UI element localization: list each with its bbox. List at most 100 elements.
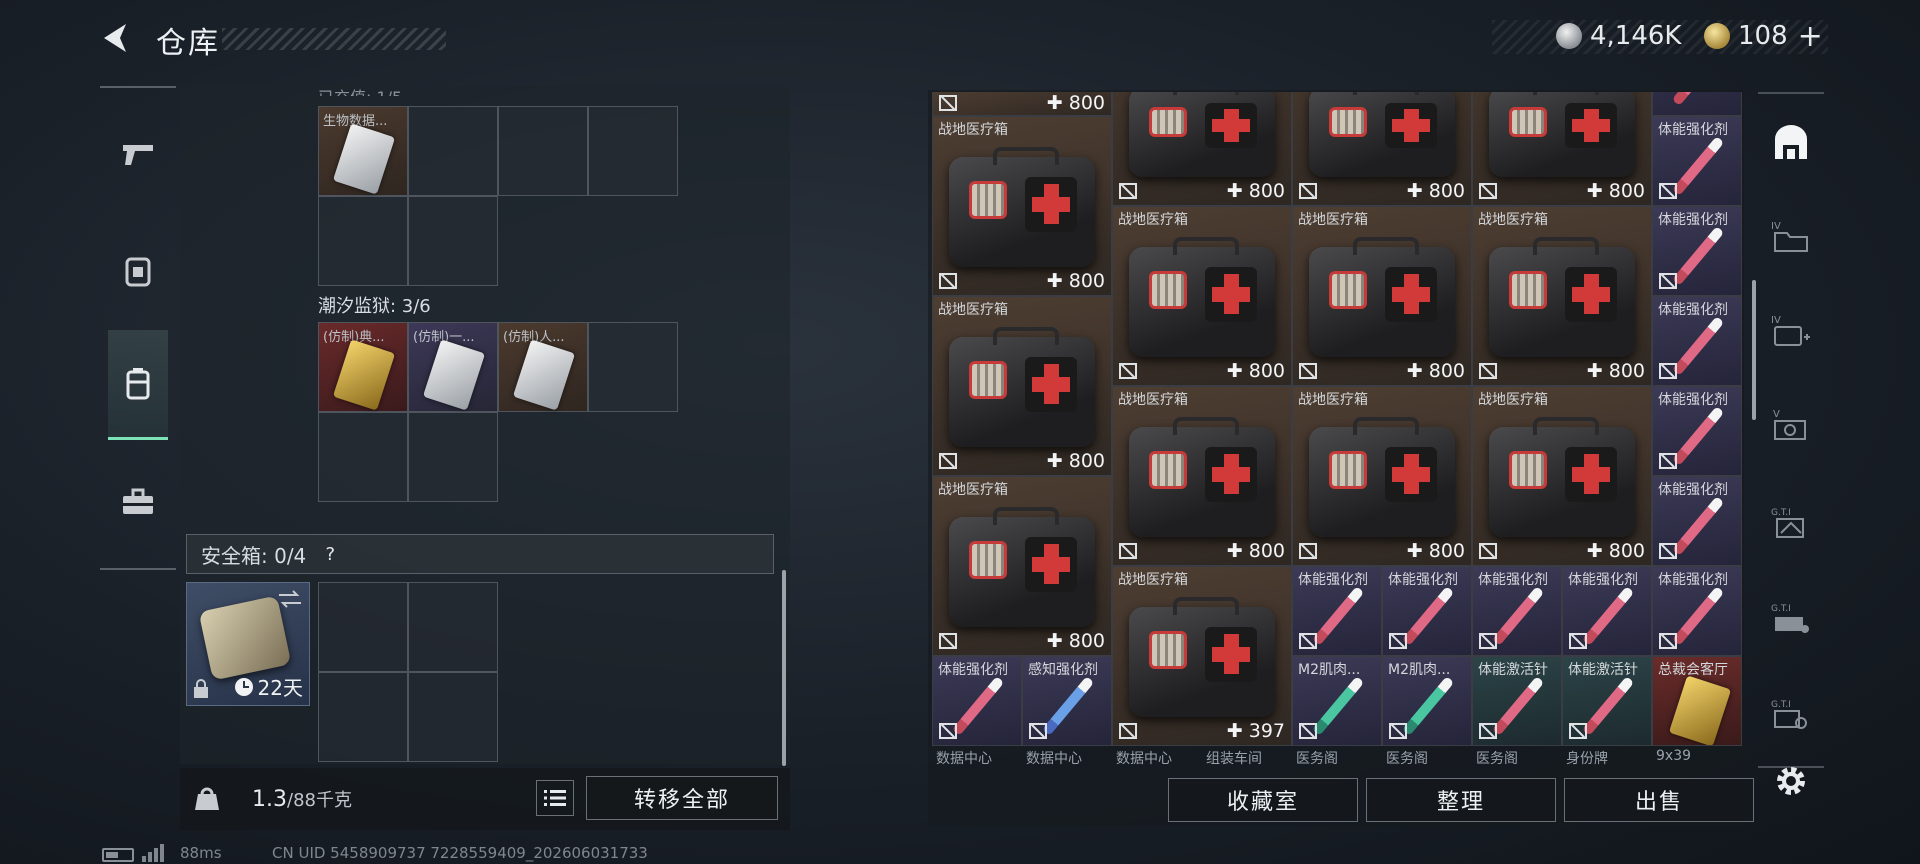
stash-tab-gti-1[interactable]: G.T.I: [1762, 494, 1820, 552]
item-qty: ✚ 800: [1406, 360, 1465, 382]
empty-slot[interactable]: [408, 412, 498, 502]
item-qty: ✚ 800: [1226, 540, 1285, 562]
physical-booster-item[interactable]: 体能强化剂: [1652, 386, 1742, 476]
item-name: M2肌肉...: [1298, 662, 1361, 678]
battery-icon: [102, 848, 134, 862]
organize-button[interactable]: 整理: [1366, 778, 1556, 822]
empty-slot[interactable]: [318, 196, 408, 286]
swap-icon[interactable]: [277, 589, 303, 609]
transfer-all-button[interactable]: 转移全部: [586, 776, 778, 820]
medkit-icon: [1309, 237, 1455, 357]
item-name: 战地医疗箱: [938, 122, 1008, 138]
medkit-item[interactable]: 战地医疗箱 ✚ 800: [932, 476, 1112, 656]
stash-tab-v-tools[interactable]: V: [1762, 396, 1820, 454]
empty-slot[interactable]: [408, 106, 498, 196]
physical-booster-item[interactable]: 体能强化剂: [1652, 116, 1742, 206]
item-name: 战地医疗箱: [1298, 212, 1368, 228]
physical-booster-item[interactable]: 体能强化剂: [1292, 566, 1382, 656]
physical-booster-item[interactable]: 体能强化剂: [1652, 476, 1742, 566]
physical-booster-item[interactable]: 体能强化剂: [1652, 206, 1742, 296]
toolbox-icon: [123, 488, 153, 514]
physical-booster-item[interactable]: 体能强化剂: [932, 656, 1022, 746]
medkit-item[interactable]: 战地医疗箱 ✚ 800: [932, 116, 1112, 296]
clock-icon: [234, 677, 253, 696]
stash-item-partial[interactable]: ✚ 800: [932, 92, 1112, 116]
empty-slot[interactable]: [588, 322, 678, 412]
stash-tab-gti-3[interactable]: G.T.I: [1762, 686, 1820, 744]
physical-booster-item[interactable]: [1652, 92, 1742, 116]
empty-slot[interactable]: [498, 106, 588, 196]
list-view-button[interactable]: [536, 780, 574, 816]
physical-booster-item[interactable]: 体能强化剂: [1562, 566, 1652, 656]
medkit-item[interactable]: 战地医疗箱 ✚ 800: [1112, 206, 1292, 386]
add-currency-icon[interactable]: +: [1798, 19, 1823, 54]
syringe-icon: [1581, 675, 1635, 737]
left-scrollbar[interactable]: [782, 570, 786, 766]
ceo-lounge-card-item[interactable]: 总裁会客厅: [1652, 656, 1742, 746]
sell-button[interactable]: 出售: [1564, 778, 1754, 822]
unbound-icon: [1299, 723, 1317, 739]
currency-gold[interactable]: 108 +: [1704, 19, 1823, 54]
medkit-item[interactable]: 战地医疗箱 ✚ 397: [1112, 566, 1292, 746]
activation-needle-item[interactable]: 体能激活针: [1562, 656, 1652, 746]
settings-button[interactable]: [1762, 752, 1820, 810]
empty-slot[interactable]: [318, 672, 408, 762]
stash-scrollbar[interactable]: [1752, 280, 1756, 420]
m2-muscle-item[interactable]: M2肌肉...: [1292, 656, 1382, 746]
medkit-item[interactable]: 战地医疗箱 ✚ 800: [1292, 386, 1472, 566]
physical-booster-item[interactable]: 体能强化剂: [1652, 566, 1742, 656]
physical-booster-item[interactable]: 体能强化剂: [1382, 566, 1472, 656]
medkit-item[interactable]: 战地医疗箱 ✚ 800: [932, 296, 1112, 476]
safe-box-label: 安全箱: 0/4: [201, 543, 307, 568]
unbound-icon: [1299, 363, 1317, 379]
empty-slot[interactable]: [318, 412, 408, 502]
medkit-item[interactable]: 战地医疗箱 ✚ 800: [1112, 386, 1292, 566]
empty-slot[interactable]: [318, 582, 408, 672]
collection-room-button[interactable]: 收藏室: [1168, 778, 1358, 822]
medkit-item[interactable]: 战地医疗箱 ✚ 800: [1472, 386, 1652, 566]
m2-muscle-item[interactable]: M2肌肉...: [1382, 656, 1472, 746]
medkit-item[interactable]: 战地医疗箱 ✚ 800: [1292, 206, 1472, 386]
stash-tab-iv-folder[interactable]: IV: [1762, 208, 1820, 266]
help-icon[interactable]: ?: [318, 542, 342, 566]
stash-tab-all[interactable]: [1762, 114, 1820, 172]
medkit-icon: [1309, 92, 1455, 177]
syringe-icon: [1401, 675, 1455, 737]
tidal-item-1[interactable]: (仿制)典...: [318, 322, 408, 412]
empty-slot[interactable]: [408, 196, 498, 286]
medkit-item[interactable]: ✚ 800: [1112, 92, 1292, 206]
stash-tab-gti-2[interactable]: G.T.I: [1762, 590, 1820, 648]
physical-booster-item[interactable]: 体能强化剂: [1652, 296, 1742, 386]
medkit-item[interactable]: 战地医疗箱 ✚ 800: [1472, 206, 1652, 386]
syringe-icon: [1671, 495, 1725, 557]
nav-weapons[interactable]: [108, 122, 168, 186]
safe-box-item[interactable]: 22天: [186, 582, 310, 706]
item-label: 生物数据...: [323, 114, 388, 129]
nav-container-active[interactable]: [108, 330, 168, 440]
item-name: 体能激活针: [1568, 662, 1638, 678]
nav-toolbox[interactable]: [108, 470, 168, 534]
clipped-label: 医务阁: [1386, 751, 1428, 766]
nav-armor[interactable]: [108, 238, 168, 302]
back-arrow-icon: [104, 24, 126, 52]
syringe-icon: [1671, 585, 1725, 647]
svg-text:IV: IV: [1771, 221, 1781, 232]
perception-booster-item[interactable]: 感知强化剂: [1022, 656, 1112, 746]
medkit-icon: [1489, 417, 1635, 537]
medkit-item[interactable]: ✚ 800: [1472, 92, 1652, 206]
tidal-item-2[interactable]: (仿制)一...: [408, 322, 498, 412]
medkit-item[interactable]: ✚ 800: [1292, 92, 1472, 206]
tidal-item-3[interactable]: (仿制)人...: [498, 322, 588, 412]
empty-slot[interactable]: [408, 582, 498, 672]
stash-tab-iv-medical[interactable]: IV: [1762, 302, 1820, 360]
empty-slot[interactable]: [588, 106, 678, 196]
activation-needle-item[interactable]: 体能激活针: [1472, 656, 1562, 746]
back-button[interactable]: [98, 20, 134, 56]
empty-slot[interactable]: [408, 672, 498, 762]
unbound-icon: [1479, 183, 1497, 199]
gti-box-icon: G.T.I: [1771, 508, 1804, 538]
item-qty: ✚ 800: [1046, 270, 1105, 292]
bio-data-item[interactable]: 生物数据...: [318, 106, 408, 196]
item-name: 体能强化剂: [1658, 122, 1728, 138]
physical-booster-item[interactable]: 体能强化剂: [1472, 566, 1562, 656]
